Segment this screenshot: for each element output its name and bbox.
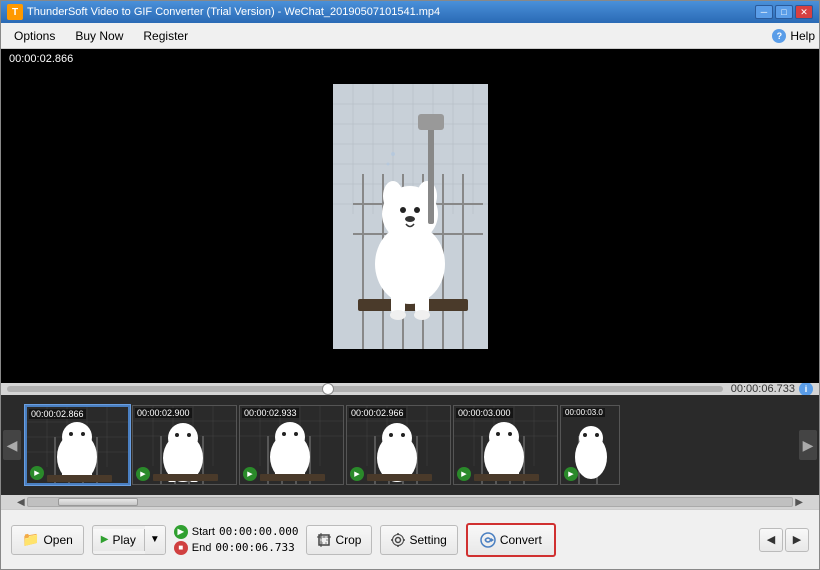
app-icon: T [7,4,23,20]
duration-value: 00:00:06.733 [731,383,795,395]
play-dropdown-button[interactable]: ▼ [145,526,165,554]
scrollbar-thumb[interactable] [58,498,138,506]
frame-time-6: 00:00:03.0 [563,408,605,417]
frame-play-1[interactable]: ▶ [30,466,44,480]
close-button[interactable]: ✕ [795,5,813,19]
convert-button[interactable]: Convert [466,523,556,557]
open-button[interactable]: 📁 Open [11,525,84,555]
scrollbar-area: ◀ ▶ [1,495,819,509]
crop-button[interactable]: Crop [306,525,372,555]
end-time-value: 00:00:06.733 [215,541,294,554]
start-label: Start [192,526,215,538]
play-button[interactable]: ▶ Play [93,529,145,551]
video-area: 00:00:02.866 [1,49,819,383]
progress-thumb[interactable] [322,383,334,395]
scroll-right-arrow[interactable]: ▶ [793,497,805,508]
main-window: T ThunderSoft Video to GIF Converter (Tr… [0,0,820,570]
gear-icon [391,533,405,547]
video-timestamp: 00:00:02.866 [9,53,73,65]
crop-label: Crop [335,533,361,547]
scroll-left-arrow[interactable]: ◀ [15,497,27,508]
play-button-wrapper: ▶ Play ▼ [92,525,166,555]
time-display: ▶ Start 00:00:00.000 ■ End 00:00:06.733 [174,525,299,555]
start-time-row: ▶ Start 00:00:00.000 [174,525,299,539]
nav-arrows: ◀ ▶ [759,528,809,552]
menu-options[interactable]: Options [5,25,64,47]
start-icon: ▶ [174,525,188,539]
help-icon: ? [772,29,786,43]
frame-time-1: 00:00:02.866 [29,409,86,419]
film-frame-3[interactable]: 00:00:02.933 ▶ [239,405,344,485]
menu-bar: Options Buy Now Register ? Help [1,23,819,49]
crop-icon [317,533,331,547]
frame-play-6[interactable]: ▶ [564,467,578,481]
nav-prev-button[interactable]: ◀ [759,528,783,552]
frame-play-2[interactable]: ▶ [136,467,150,481]
film-frame-6[interactable]: 00:00:03.0 ▶ [560,405,620,485]
progress-bar-area: 00:00:06.733 i [1,383,819,395]
setting-label: Setting [409,533,446,547]
minimize-button[interactable]: ─ [755,5,773,19]
progress-track[interactable] [7,386,723,392]
maximize-button[interactable]: □ [775,5,793,19]
bottom-toolbar: 📁 Open ▶ Play ▼ ▶ Start 00:00:00.000 ■ E… [1,509,819,569]
info-icon[interactable]: i [799,382,813,396]
window-title: ThunderSoft Video to GIF Converter (Tria… [27,6,440,18]
window-controls: ─ □ ✕ [755,5,813,19]
video-content [1,49,819,383]
menu-buy-now[interactable]: Buy Now [66,25,132,47]
end-time-row: ■ End 00:00:06.733 [174,541,299,555]
video-frame [333,84,488,349]
frame-play-4[interactable]: ▶ [350,467,364,481]
end-label: End [192,542,212,554]
convert-icon [480,532,496,548]
filmstrip-nav-left[interactable]: ◀ [3,430,21,460]
play-icon: ▶ [101,534,109,545]
film-frame-5[interactable]: 00:00:03.000 ▶ [453,405,558,485]
duration-display: 00:00:06.733 i [731,382,813,396]
end-icon: ■ [174,541,188,555]
film-frame-2[interactable]: 00:00:02.900 ▶ [132,405,237,485]
start-time-value: 00:00:00.000 [219,525,298,538]
frame-time-4: 00:00:02.966 [349,408,406,418]
filmstrip-nav-right[interactable]: ▶ [799,430,817,460]
help-label: Help [790,29,815,43]
frame-time-3: 00:00:02.933 [242,408,299,418]
menu-register[interactable]: Register [134,25,197,47]
setting-button[interactable]: Setting [380,525,457,555]
frame-play-3[interactable]: ▶ [243,467,257,481]
title-bar-left: T ThunderSoft Video to GIF Converter (Tr… [7,4,440,20]
film-frame-4[interactable]: 00:00:02.966 ▶ [346,405,451,485]
frame-time-2: 00:00:02.900 [135,408,192,418]
convert-label: Convert [500,533,542,547]
filmstrip: ◀ 00:00:02.866 [1,395,819,495]
nav-next-button[interactable]: ▶ [785,528,809,552]
folder-icon: 📁 [22,531,39,548]
film-frame-1[interactable]: 00:00:02.866 [25,405,130,485]
open-label: Open [43,533,72,547]
scrollbar-track[interactable] [27,497,794,507]
menu-help[interactable]: ? Help [772,29,815,43]
play-label: Play [113,533,136,547]
title-bar: T ThunderSoft Video to GIF Converter (Tr… [1,1,819,23]
frame-time-5: 00:00:03.000 [456,408,513,418]
frame-play-5[interactable]: ▶ [457,467,471,481]
